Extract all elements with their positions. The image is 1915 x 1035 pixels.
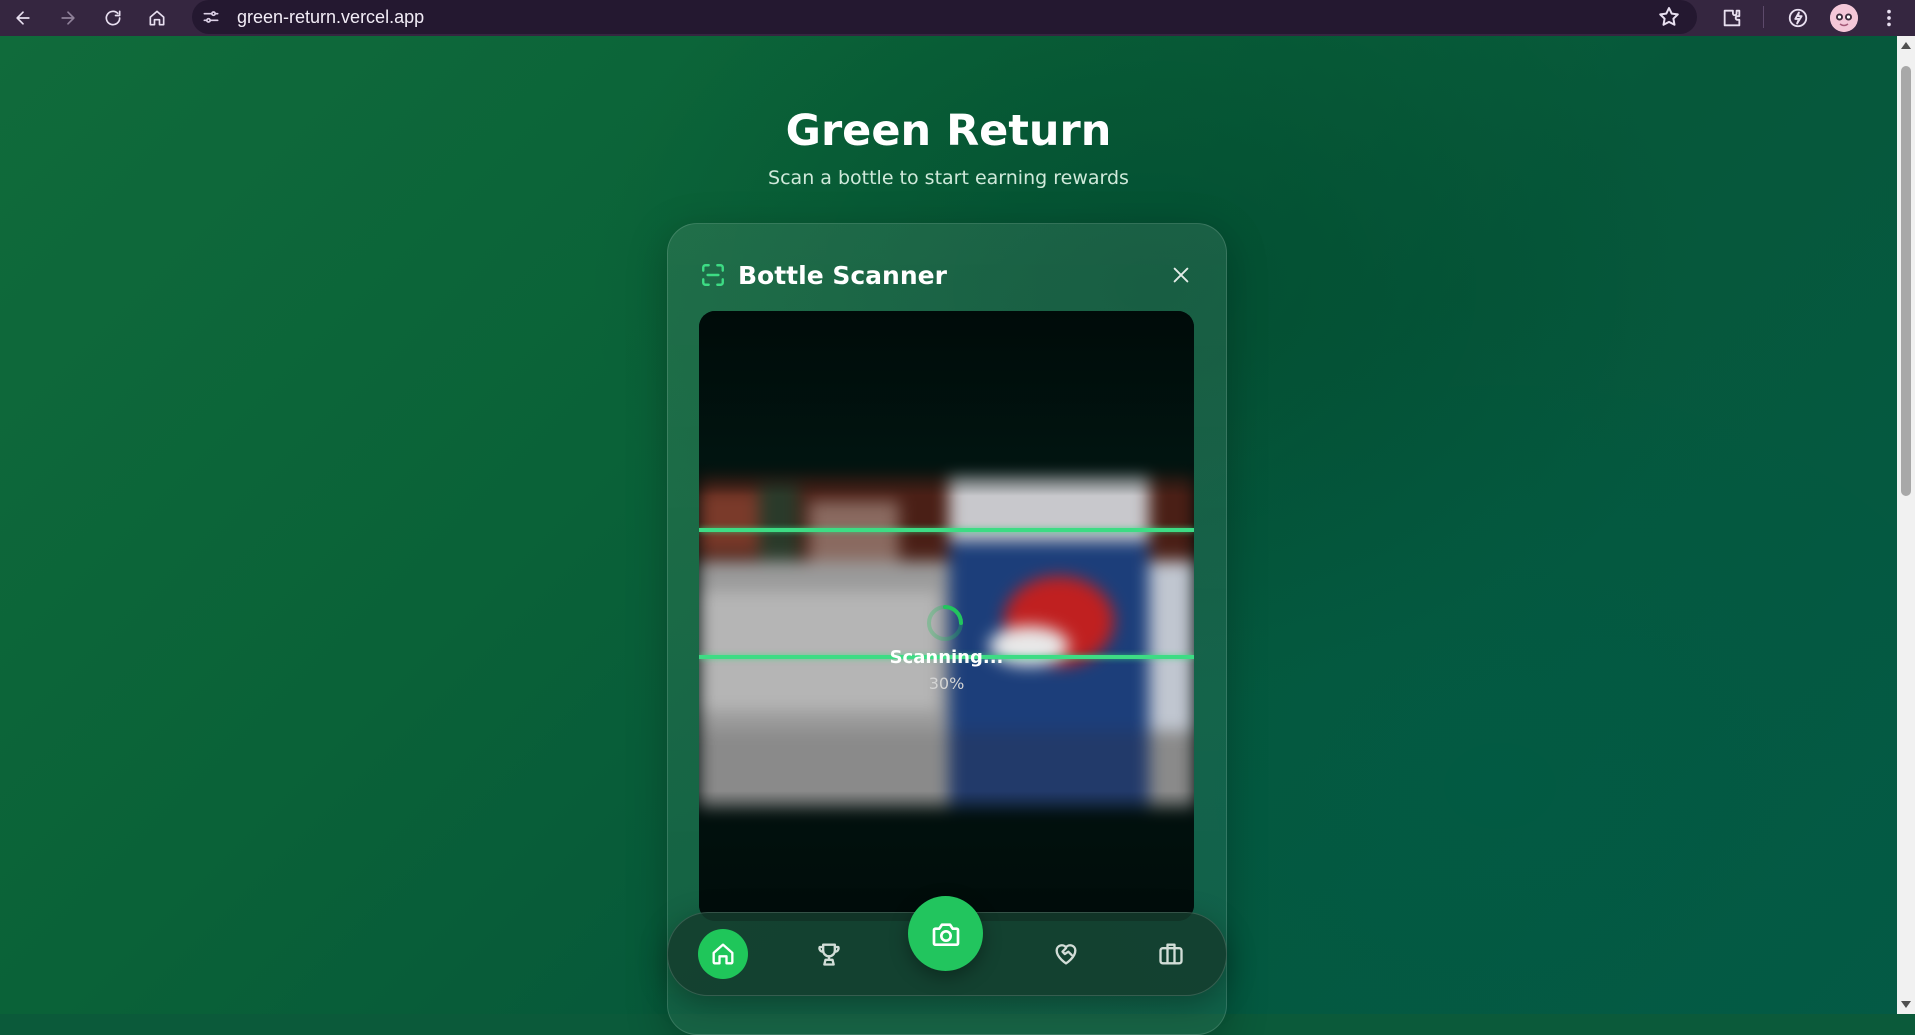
page-title: Green Return (785, 106, 1112, 156)
scan-frame-icon (700, 262, 726, 288)
extensions-icon[interactable] (1718, 4, 1746, 32)
back-button[interactable] (9, 4, 37, 32)
close-icon (1173, 267, 1189, 283)
address-bar[interactable]: green-return.vercel.app (192, 0, 1697, 34)
home-icon (712, 943, 734, 965)
scan-status-text: Scanning... (889, 647, 1004, 668)
heart-handshake-icon (1055, 944, 1077, 965)
scroll-down-arrow-icon[interactable] (1901, 1001, 1911, 1008)
browser-toolbar: green-return.vercel.app (0, 0, 1915, 36)
performance-icon[interactable] (1784, 4, 1812, 32)
toolbar-divider (1763, 6, 1764, 28)
scanner-header: Bottle Scanner (700, 260, 947, 290)
forward-button[interactable] (54, 4, 82, 32)
site-info-icon[interactable] (200, 6, 222, 28)
browser-menu-icon[interactable] (1875, 4, 1903, 32)
back-arrow-icon (16, 11, 30, 25)
scan-progress-text: 30% (928, 674, 965, 693)
page-scrollbar[interactable] (1897, 36, 1915, 1014)
nav-wallet[interactable] (1146, 929, 1196, 979)
scan-camera-button[interactable] (908, 896, 983, 971)
nav-home[interactable] (698, 929, 748, 979)
trophy-icon (818, 943, 840, 966)
camera-vignette-top (699, 311, 1194, 496)
page-subtitle: Scan a bottle to start earning rewards (768, 167, 1129, 189)
camera-icon (932, 922, 959, 946)
home-button[interactable] (143, 4, 171, 32)
reload-icon (105, 10, 121, 26)
nav-donate[interactable] (1041, 929, 1091, 979)
profile-avatar[interactable] (1830, 4, 1858, 32)
scanner-title: Bottle Scanner (738, 260, 947, 290)
briefcase-icon (1159, 943, 1183, 965)
nav-rewards[interactable] (804, 929, 854, 979)
browser-home-icon (149, 10, 165, 26)
bookmark-star-icon[interactable] (1657, 5, 1681, 29)
scroll-up-arrow-icon[interactable] (1901, 42, 1911, 49)
reload-button[interactable] (99, 4, 127, 32)
loading-spinner-icon (927, 605, 963, 641)
scrollbar-thumb[interactable] (1901, 66, 1911, 496)
close-button[interactable] (1168, 262, 1194, 288)
url-text[interactable]: green-return.vercel.app (237, 6, 424, 28)
camera-feed: Scanning... 30% (699, 311, 1194, 921)
forward-arrow-icon (61, 11, 75, 25)
scan-line-top (699, 528, 1194, 532)
